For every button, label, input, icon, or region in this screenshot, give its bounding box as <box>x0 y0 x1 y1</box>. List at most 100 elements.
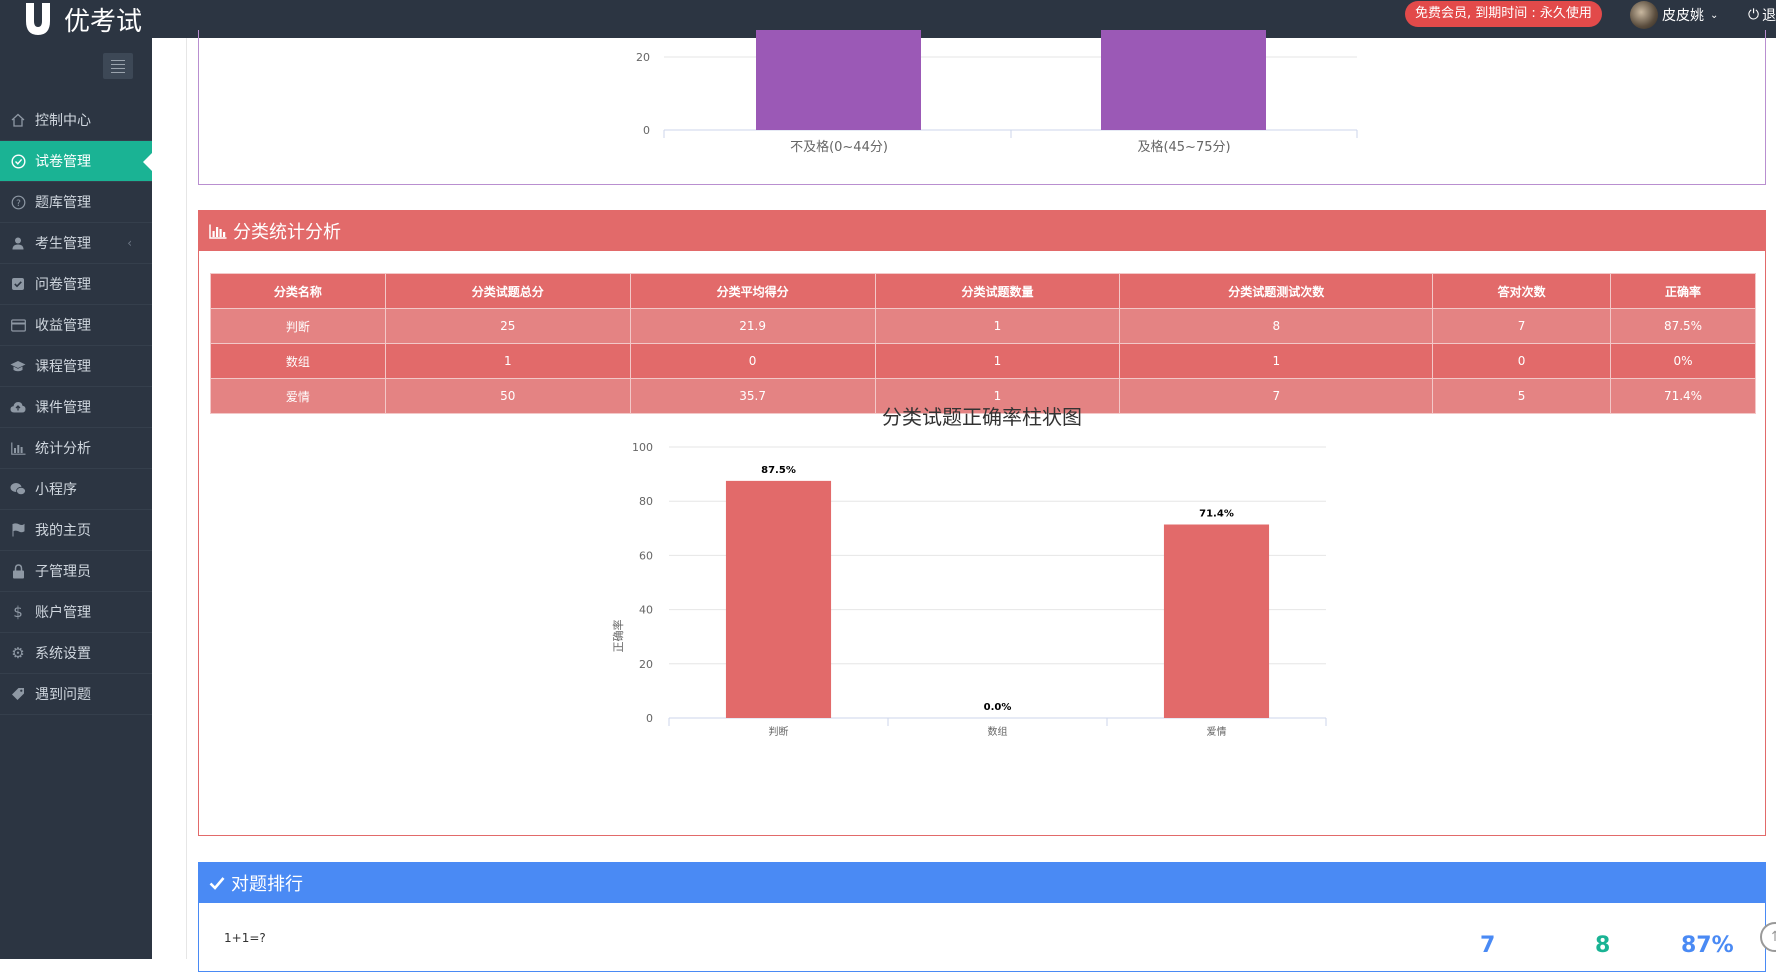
sidebar-item-account[interactable]: $ 账户管理 <box>0 592 152 633</box>
chevron-down-icon: ⌄ <box>1710 9 1719 21</box>
ranking-stat-answers: 7 <box>1480 933 1496 958</box>
chart-bars: 87.5% 0.0% 71.4% <box>725 465 1270 718</box>
bar[interactable] <box>725 480 832 718</box>
column-header: 分类平均得分 <box>629 273 876 309</box>
table-cell: 0 <box>629 343 876 379</box>
ranking-header: 对题排行 <box>199 863 1765 903</box>
sidebar-item-miniprogram[interactable]: 小程序 <box>0 469 152 510</box>
sidebar-item-statistics[interactable]: 统计分析 <box>0 428 152 469</box>
app-logo[interactable]: 优考试 <box>18 0 142 38</box>
sidebar-item-revenue[interactable]: 收益管理 <box>0 305 152 346</box>
logout-button[interactable]: ⏻ 退 <box>1748 0 1776 30</box>
content-divider <box>186 38 187 959</box>
user-name: 皮皮姚 <box>1662 8 1704 24</box>
question-circle-icon: ? <box>10 194 26 210</box>
sidebar-item-dashboard[interactable]: 控制中心 <box>0 100 152 141</box>
y-tick-label: 80 <box>639 495 653 508</box>
sidebar-item-label: 账户管理 <box>35 605 91 621</box>
panel-title: 分类统计分析 <box>233 222 341 243</box>
home-icon <box>10 112 26 128</box>
y-tick-label: 100 <box>632 441 653 454</box>
sidebar-item-subadmins[interactable]: 子管理员 <box>0 551 152 592</box>
table-cell: 87.5% <box>1610 308 1756 344</box>
panel-title: 对题排行 <box>231 874 303 895</box>
tag-icon <box>10 686 26 702</box>
logo-icon <box>26 3 50 35</box>
chart-x-axis: 判断 数组 爱情 <box>668 718 1327 738</box>
y-tick-label: 20 <box>639 658 653 671</box>
user-menu[interactable]: 皮皮姚 ⌄ <box>1630 0 1718 30</box>
column-header: 答对次数 <box>1432 273 1612 309</box>
chart-title: 分类试题正确率柱状图 <box>882 405 1082 429</box>
sidebar-item-exams[interactable]: 试卷管理 <box>0 141 152 182</box>
x-category-label: 爱情 <box>1207 725 1227 738</box>
table-cell: 25 <box>384 308 631 344</box>
category-stats-header: 分类统计分析 <box>199 211 1765 251</box>
table-cell: 7 <box>1432 308 1612 344</box>
check-circle-icon <box>10 153 26 169</box>
checkbox-icon <box>10 276 26 292</box>
sidebar-item-label: 收益管理 <box>35 318 91 334</box>
bar-pass[interactable] <box>1101 30 1266 130</box>
sidebar-menu: 控制中心 试卷管理 ? 题库管理 考生管理 ‹ 问卷管理 收益管理 课程管理 课… <box>0 100 152 715</box>
category-accuracy-chart: 分类试题正确率柱状图 正确率 0 20 40 60 80 100 87.5% 0.0% 71.… <box>611 405 1327 738</box>
bar[interactable] <box>1163 524 1270 718</box>
table-header-row: 分类名称 分类试题总分 分类平均得分 分类试题数量 分类试题测试次数 答对次数 … <box>210 273 1756 309</box>
table-row: 数组 1 0 1 1 0 0% <box>210 343 1756 379</box>
sidebar-item-label: 课件管理 <box>35 400 91 416</box>
y-tick-label: 0 <box>643 124 650 137</box>
sidebar-item-homepage[interactable]: 我的主页 <box>0 510 152 551</box>
avatar <box>1630 1 1658 29</box>
table-cell: 1 <box>874 308 1121 344</box>
table-cell: 1 <box>384 343 631 379</box>
sidebar-item-surveys[interactable]: 问卷管理 <box>0 264 152 305</box>
wechat-icon <box>10 481 26 497</box>
column-header: 分类试题总分 <box>384 273 631 309</box>
sidebar-item-courses[interactable]: 课程管理 <box>0 346 152 387</box>
y-tick-label: 0 <box>646 712 653 725</box>
y-axis-label: 正确率 <box>611 620 625 653</box>
sidebar-item-label: 控制中心 <box>35 113 91 129</box>
cloud-upload-icon <box>10 399 26 415</box>
membership-badge[interactable]: 免费会员, 到期时间 : 永久使用 <box>1405 1 1602 27</box>
category-stats-panel: 分类统计分析 分类名称 分类试题总分 分类平均得分 分类试题数量 分类试题测试次… <box>198 210 1766 836</box>
lock-icon <box>10 563 26 579</box>
arrow-up-icon: ↑ <box>1769 929 1776 945</box>
sidebar-toggle-button[interactable] <box>103 53 133 79</box>
ranking-question-text[interactable]: 1+1=? <box>224 931 266 945</box>
sidebar-item-label: 考生管理 <box>35 236 91 252</box>
credit-card-icon <box>10 317 26 333</box>
gear-icon: ⚙ <box>11 644 25 662</box>
bar-fail[interactable] <box>756 30 921 130</box>
check-icon <box>209 876 225 890</box>
x-category-label: 判断 <box>769 725 789 738</box>
svg-text:?: ? <box>16 198 21 208</box>
ranking-stat-correct: 8 <box>1595 933 1611 958</box>
data-label: 71.4% <box>1199 509 1234 520</box>
power-icon: ⏻ <box>1748 7 1760 23</box>
sidebar-item-label: 问卷管理 <box>35 277 91 293</box>
sidebar-item-help[interactable]: 遇到问题 <box>0 674 152 715</box>
bar-chart-icon <box>209 224 227 239</box>
ranking-stat-rate: 87% <box>1681 933 1734 958</box>
hamburger-icon <box>111 59 125 61</box>
table-cell: 0 <box>1432 343 1612 379</box>
chevron-left-icon: ‹ <box>127 236 132 250</box>
sidebar-item-label: 我的主页 <box>35 523 91 539</box>
sidebar-item-label: 子管理员 <box>35 564 91 580</box>
graduation-cap-icon <box>10 358 26 374</box>
sidebar-item-label: 遇到问题 <box>35 687 91 703</box>
logout-label: 退 <box>1762 8 1776 24</box>
table-cell: 0% <box>1610 343 1756 379</box>
x-category-label: 不及格(0~44分) <box>790 139 888 155</box>
table-row: 判断 25 21.9 1 8 7 87.5% <box>210 308 1756 344</box>
sidebar-item-students[interactable]: 考生管理 ‹ <box>0 223 152 264</box>
y-tick-label: 60 <box>639 549 653 562</box>
sidebar-item-courseware[interactable]: 课件管理 <box>0 387 152 428</box>
sidebar-item-settings[interactable]: ⚙ 系统设置 <box>0 633 152 674</box>
x-category-label: 及格(45~75分) <box>1137 139 1230 155</box>
sidebar-item-question-bank[interactable]: ? 题库管理 <box>0 182 152 223</box>
column-header: 分类试题测试次数 <box>1119 273 1434 309</box>
sidebar-item-label: 题库管理 <box>35 195 91 211</box>
sidebar-item-label: 系统设置 <box>35 646 91 662</box>
